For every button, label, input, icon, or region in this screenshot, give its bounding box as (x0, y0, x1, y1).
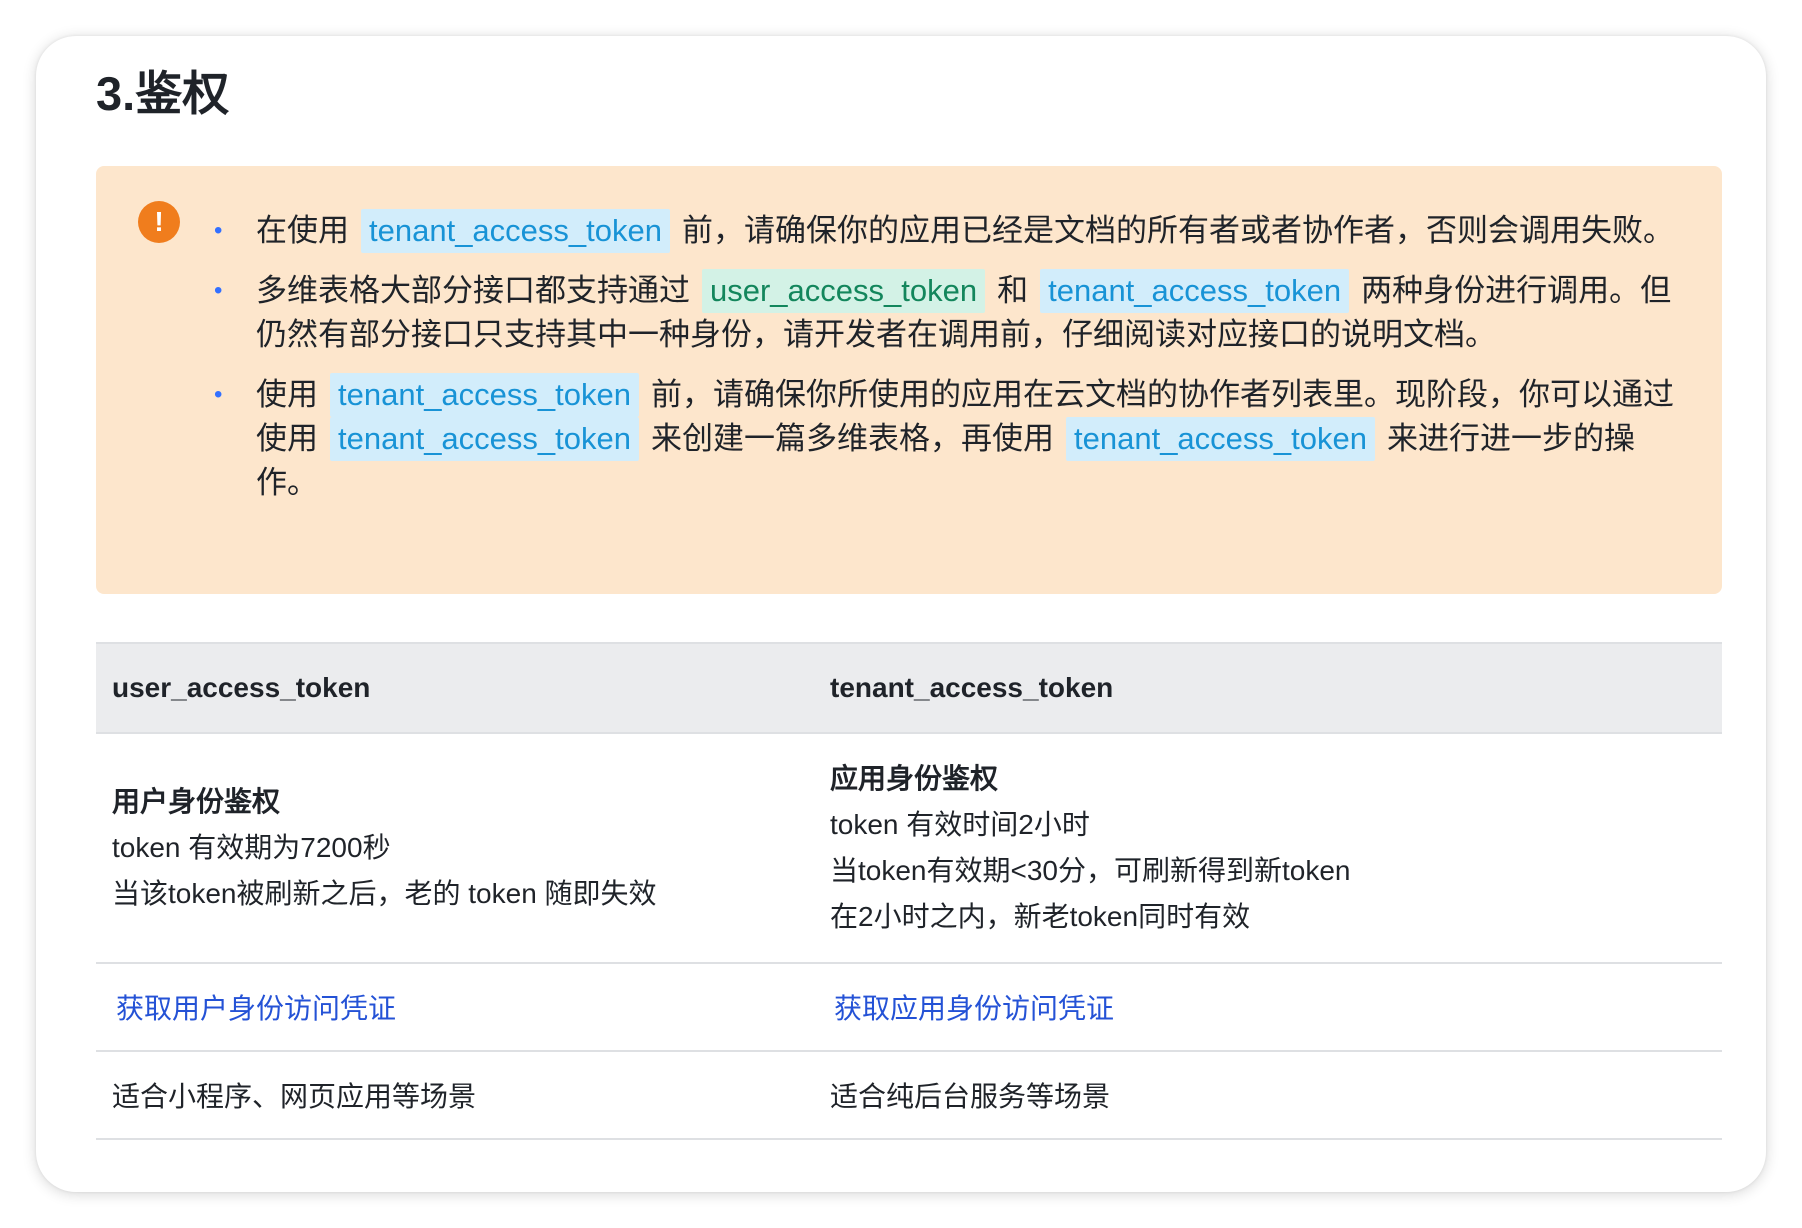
inline-code: tenant_access_token (1066, 417, 1375, 461)
note-text: 和 (997, 273, 1029, 308)
tenant-auth-description: 应用身份鉴权 token 有效时间2小时 当token有效期<30分，可刷新得到… (814, 733, 1722, 964)
tenant-auth-line: 当token有效期<30分，可刷新得到新token (830, 855, 1351, 886)
bullet-icon: • (214, 217, 223, 244)
header-user-access-token: user_access_token (96, 642, 814, 734)
warning-item: • 使用 tenant_access_token 前，请确保你所使用的应用在云文档的协… (214, 373, 1684, 505)
tenant-scene: 适合纯后台服务等场景 (814, 1051, 1722, 1140)
inline-code: user_access_token (702, 269, 986, 313)
inline-code: tenant_access_token (330, 373, 639, 417)
table-row: 用户身份鉴权 token 有效期为7200秒 当该token被刷新之后，老的 t… (96, 733, 1722, 964)
user-auth-line: 当该token被刷新之后，老的 token 随即失效 (112, 878, 657, 909)
header-tenant-access-token: tenant_access_token (814, 642, 1722, 734)
get-user-token-link[interactable]: 获取用户身份访问凭证 (112, 993, 396, 1024)
note-text: 多维表格大部分接口都支持通过 (256, 273, 690, 308)
table-header-row: user_access_token tenant_access_token (96, 642, 1722, 734)
table-row: 获取用户身份访问凭证 获取应用身份访问凭证 (96, 963, 1722, 1052)
user-auth-title: 用户身份鉴权 (112, 786, 281, 817)
inline-code: tenant_access_token (1040, 269, 1350, 313)
tenant-auth-line: 在2小时之内，新老token同时有效 (830, 901, 1251, 932)
user-auth-description: 用户身份鉴权 token 有效期为7200秒 当该token被刷新之后，老的 t… (96, 733, 814, 964)
note-text: 使用 (256, 377, 318, 412)
bullet-icon: • (214, 277, 223, 304)
page-title: 3.鉴权 (96, 67, 230, 120)
tenant-auth-title: 应用身份鉴权 (830, 763, 999, 794)
warning-item: • 多维表格大部分接口都支持通过 user_access_token 和 tenant_… (214, 269, 1684, 357)
inline-code: tenant_access_token (361, 209, 670, 253)
exclamation-circle-icon: ! (138, 201, 180, 243)
bullet-icon: • (214, 381, 223, 408)
warning-callout: ! • 在使用 tenant_access_token 前，请确保你的应用已经是文档的… (96, 166, 1722, 594)
user-scene: 适合小程序、网页应用等场景 (96, 1051, 814, 1140)
table-row: 适合小程序、网页应用等场景 适合纯后台服务等场景 (96, 1051, 1722, 1140)
tenant-link-cell: 获取应用身份访问凭证 (814, 963, 1722, 1052)
warning-list: • 在使用 tenant_access_token 前，请确保你的应用已经是文档的所有… (214, 209, 1684, 521)
content-card: 3.鉴权 ! • 在使用 tenant_access_token 前，请确保你的应用已… (36, 36, 1766, 1192)
note-text: 来创建一篇多维表格，再使用 (651, 421, 1054, 456)
note-text: 前，请确保你的应用已经是文档的所有者或者协作者，否则会调用失败。 (682, 213, 1674, 248)
tenant-auth-line: token 有效时间2小时 (830, 809, 1090, 840)
user-auth-line: token 有效期为7200秒 (112, 832, 391, 863)
get-tenant-token-link[interactable]: 获取应用身份访问凭证 (830, 993, 1114, 1024)
note-text: 在使用 (256, 213, 349, 248)
inline-code: tenant_access_token (330, 417, 639, 461)
user-link-cell: 获取用户身份访问凭证 (96, 963, 814, 1052)
auth-comparison-table: user_access_token tenant_access_token 用户… (96, 642, 1722, 1140)
warning-item: • 在使用 tenant_access_token 前，请确保你的应用已经是文档的所有… (214, 209, 1684, 253)
